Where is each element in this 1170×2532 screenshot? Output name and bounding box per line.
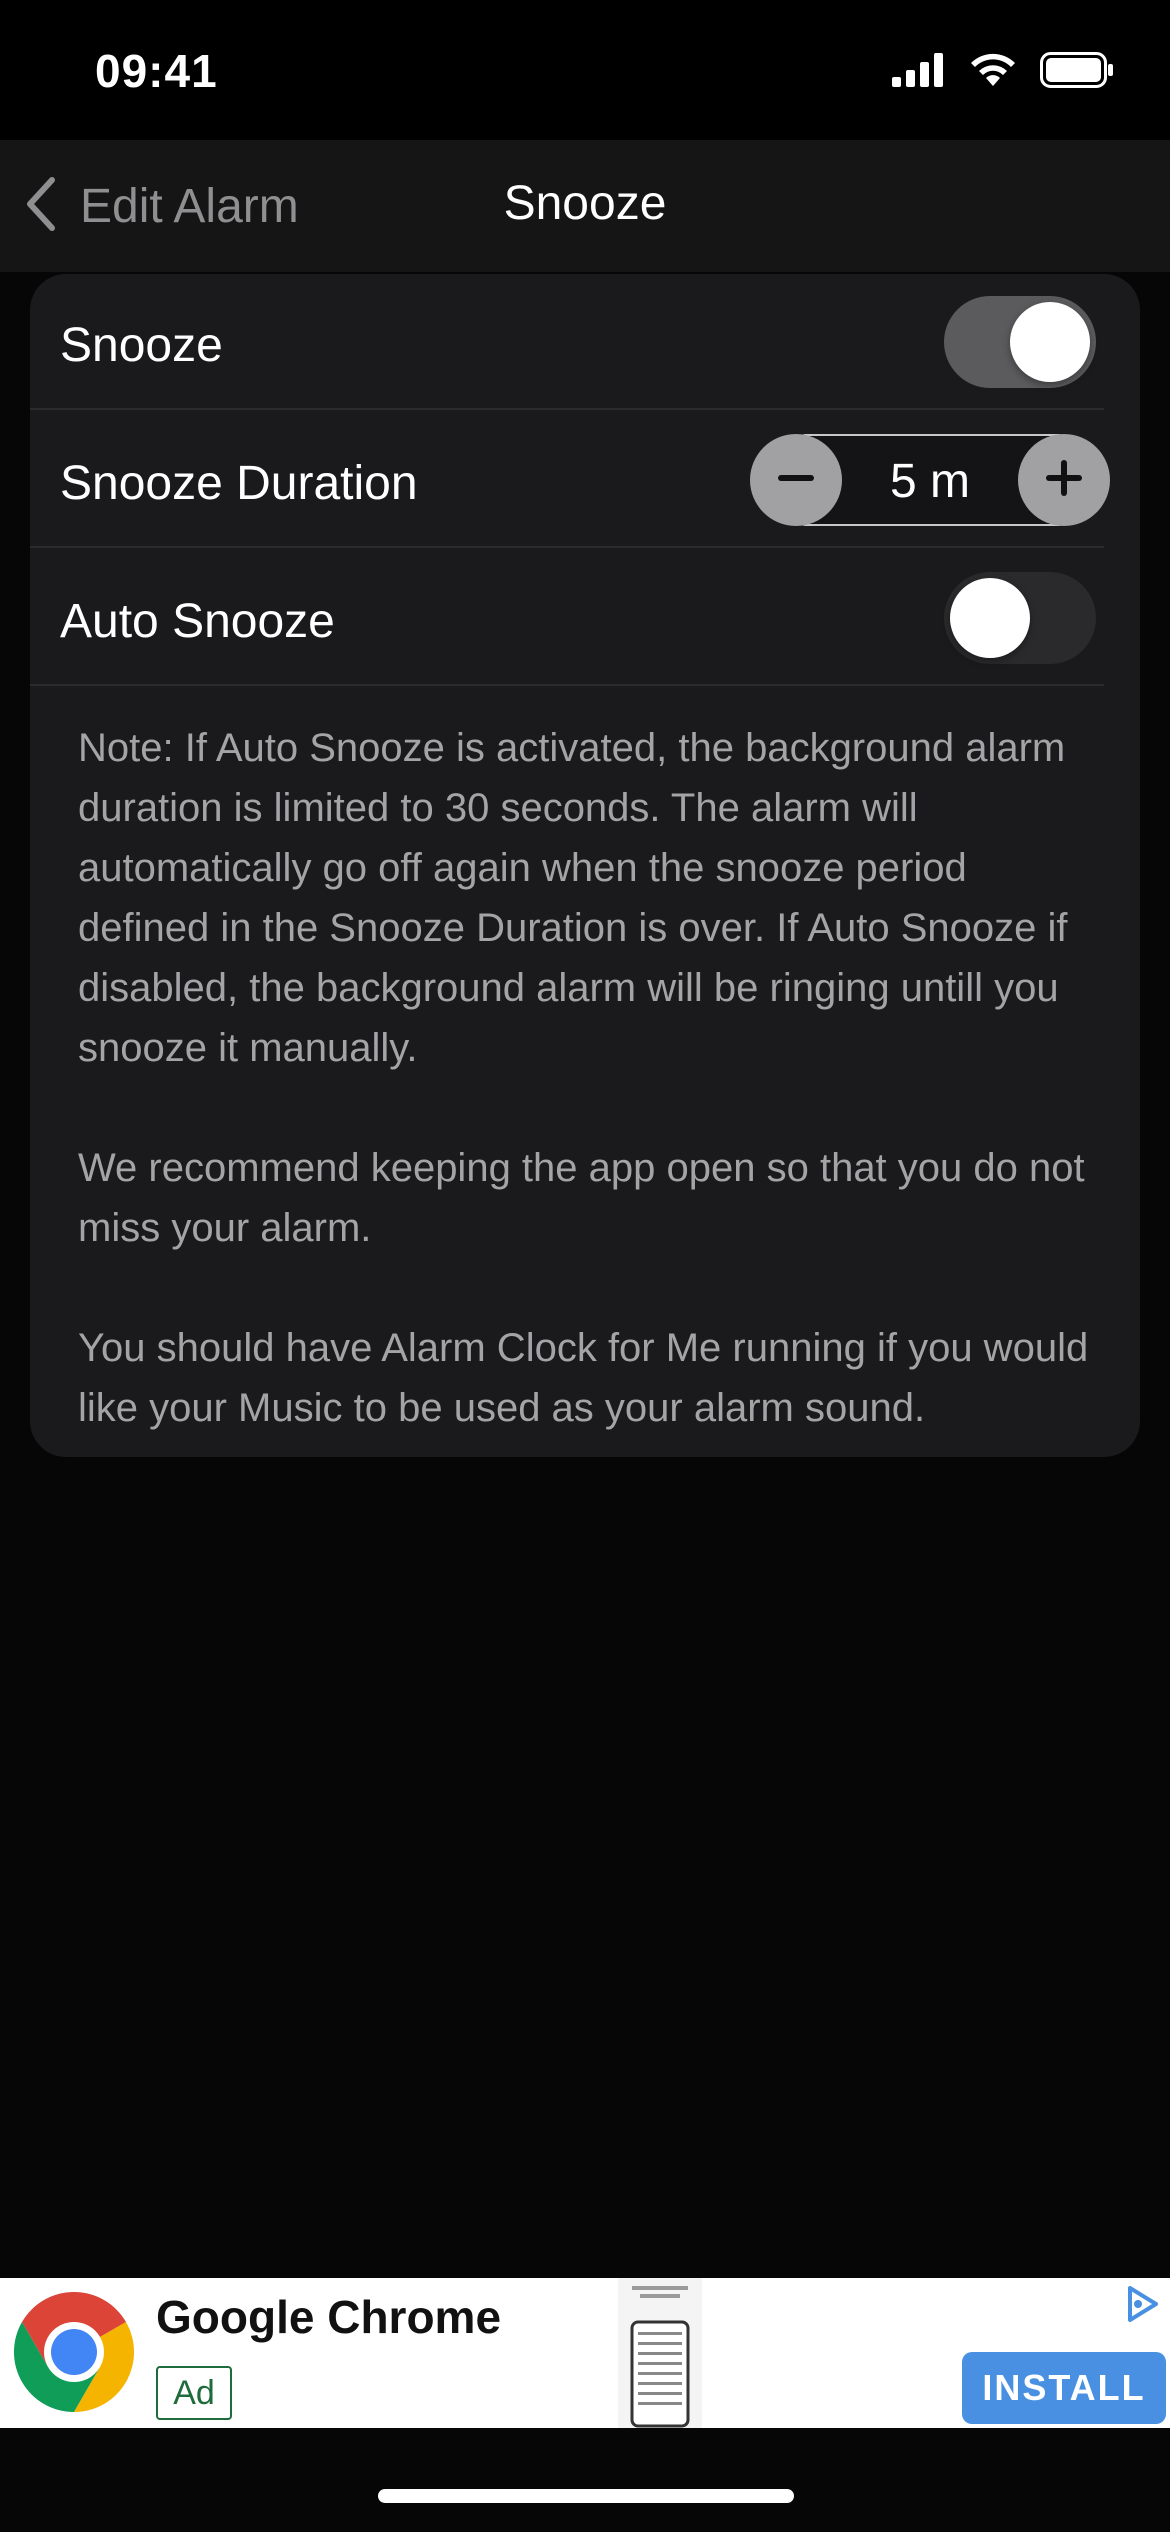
decrement-button[interactable]: [750, 434, 842, 526]
status-bar: 09:41: [0, 0, 1170, 140]
note-paragraph: You should have Alarm Clock for Me runni…: [78, 1326, 1089, 1430]
snooze-duration-label: Snooze Duration: [60, 457, 418, 510]
row-divider: [30, 408, 1104, 410]
auto-snooze-toggle[interactable]: [944, 572, 1096, 664]
toggle-knob: [950, 578, 1030, 658]
row-divider: [30, 546, 1104, 548]
ad-screenshot-thumbnail: [618, 2278, 702, 2428]
note-paragraph: We recommend keeping the app open so tha…: [78, 1146, 1085, 1250]
ad-banner[interactable]: Google Chrome Ad INSTALL: [0, 2278, 1170, 2428]
auto-snooze-row: Auto Snooze: [30, 550, 1104, 686]
battery-icon: [1040, 52, 1114, 93]
wifi-icon: [968, 52, 1018, 93]
row-divider: [30, 684, 1104, 686]
snooze-settings-screen: 09:41 Edit Alarm Snooze Snooze Snooze Du…: [0, 0, 1170, 2532]
ad-title: Google Chrome: [156, 2291, 502, 2343]
install-button[interactable]: INSTALL: [962, 2352, 1166, 2424]
note-paragraph: Note: If Auto Snooze is activated, the b…: [78, 726, 1068, 1070]
ad-badge: Ad: [156, 2366, 232, 2420]
cellular-signal-icon: [892, 53, 946, 92]
page-title: Snooze: [503, 177, 667, 230]
ad-choices-icon[interactable]: [1122, 2284, 1162, 2324]
snooze-label: Snooze: [60, 319, 223, 372]
chrome-logo-icon: [10, 2288, 138, 2416]
auto-snooze-label: Auto Snooze: [60, 595, 335, 648]
navigation-bar: Edit Alarm Snooze: [0, 140, 1170, 272]
snooze-row: Snooze: [30, 274, 1104, 410]
snooze-toggle[interactable]: [944, 296, 1096, 388]
status-icons: [892, 52, 1114, 93]
increment-button[interactable]: [1018, 434, 1110, 526]
minus-icon: [776, 458, 816, 503]
home-indicator[interactable]: [378, 2489, 794, 2503]
toggle-knob: [1010, 302, 1090, 382]
snooze-duration-stepper: 5 m: [750, 434, 1110, 526]
snooze-duration-value: 5 m: [889, 455, 970, 508]
plus-icon: [1044, 458, 1084, 503]
status-time: 09:41: [95, 45, 218, 97]
snooze-note: Note: If Auto Snooze is activated, the b…: [78, 718, 1098, 1438]
